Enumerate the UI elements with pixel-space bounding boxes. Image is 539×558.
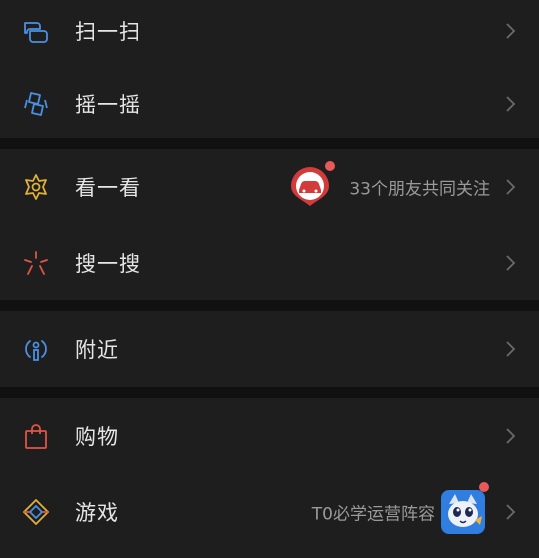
group-shop-game: 购物 游戏 T0必学运营阵容 — [0, 398, 539, 558]
chevron-right-icon — [506, 504, 516, 520]
game-icon — [22, 498, 50, 526]
row-scan-label: 扫一扫 — [75, 20, 141, 44]
group-scan-shake: 扫一扫 摇一摇 — [0, 0, 539, 138]
row-top-stories[interactable]: 看一看 33个朋友共同关注 — [0, 149, 539, 225]
chevron-right-icon — [506, 179, 516, 195]
notification-dot — [325, 161, 335, 171]
shopping-bag-icon — [22, 422, 50, 450]
chevron-right-icon — [506, 95, 516, 112]
chevron-right-icon — [506, 254, 516, 271]
row-search[interactable]: 搜一搜 — [0, 225, 539, 300]
row-search-label: 搜一搜 — [75, 251, 141, 276]
group-nearby: 附近 — [0, 311, 539, 387]
search-sparkle-icon — [22, 249, 50, 277]
row-nearby[interactable]: 附近 — [0, 311, 539, 387]
chevron-right-icon — [506, 341, 516, 357]
discover-screen: 扫一扫 摇一摇 看一看 33个朋友共同关注 搜一搜 附近 购物 游戏 T0必学运… — [0, 0, 539, 558]
game-character-avatar-icon — [441, 490, 485, 534]
row-top-stories-label: 看一看 — [75, 176, 141, 200]
section-gap — [0, 387, 539, 398]
row-shake[interactable]: 摇一摇 — [0, 69, 539, 138]
chevron-right-icon — [506, 23, 516, 39]
row-games-subtext: T0必学运营阵容 — [311, 504, 435, 525]
row-shake-label: 摇一摇 — [75, 92, 141, 117]
row-games-label: 游戏 — [75, 501, 119, 525]
row-shopping[interactable]: 购物 — [0, 398, 539, 474]
row-nearby-label: 附近 — [75, 338, 119, 362]
scan-icon — [22, 17, 50, 45]
nearby-icon — [22, 335, 50, 363]
row-shopping-label: 购物 — [75, 425, 119, 449]
shake-icon — [22, 90, 50, 118]
row-top-stories-subtext: 33个朋友共同关注 — [349, 179, 490, 200]
red-car-logo-icon — [291, 167, 329, 206]
section-gap — [0, 300, 539, 311]
section-gap — [0, 138, 539, 149]
notification-dot — [479, 482, 489, 492]
group-top-search: 看一看 33个朋友共同关注 搜一搜 — [0, 149, 539, 300]
chevron-right-icon — [506, 428, 516, 444]
row-scan[interactable]: 扫一扫 — [0, 0, 539, 69]
top-stories-icon — [22, 173, 50, 201]
